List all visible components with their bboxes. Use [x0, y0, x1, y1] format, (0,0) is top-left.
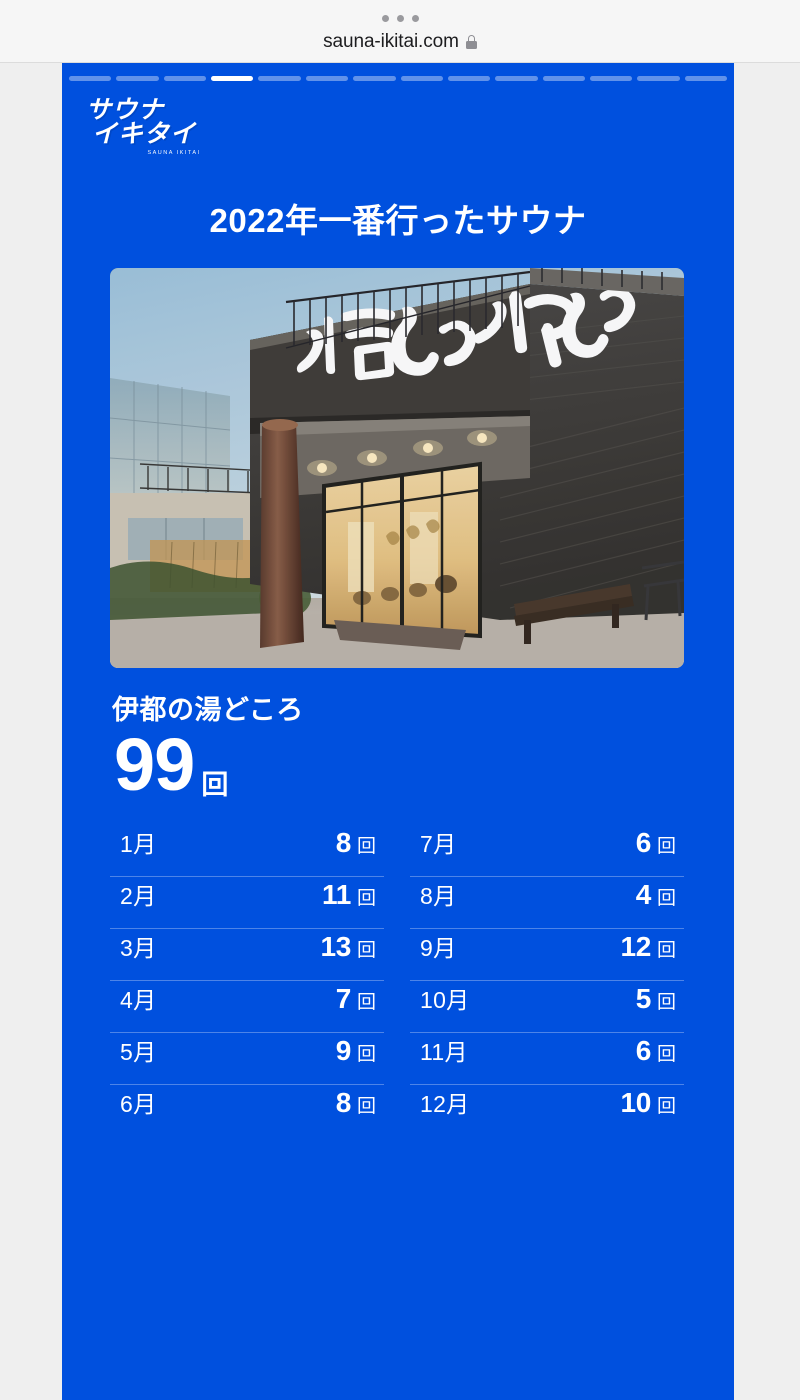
- month-label: 9月: [420, 935, 457, 961]
- month-count-unit: 回: [656, 1044, 676, 1065]
- story-progress-segment[interactable]: [637, 76, 680, 81]
- story-progress-bar[interactable]: [69, 76, 728, 81]
- month-count: 13: [320, 931, 351, 962]
- month-count: 10: [620, 1087, 651, 1118]
- month-row: 8月 4 回: [410, 877, 684, 929]
- dot: [411, 15, 419, 22]
- month-count: 4: [635, 879, 652, 910]
- logo-subtitle: SAUNA IKITAI: [147, 149, 201, 156]
- page-body: サウナ イキタイ SAUNA IKITAI 2022年一番行ったサウナ 伊都の湯…: [0, 63, 800, 1400]
- month-count-unit: 回: [656, 940, 676, 961]
- story-progress-segment[interactable]: [589, 76, 633, 81]
- total-visit-unit: 回: [201, 770, 229, 800]
- month-count-unit: 回: [656, 992, 676, 1013]
- month-count-unit: 回: [356, 836, 376, 857]
- month-count-unit: 回: [656, 888, 676, 909]
- browser-chrome: sauna-ikitai.com: [0, 0, 800, 63]
- month-count: 7: [335, 983, 352, 1014]
- month-row: 12月 10 回: [410, 1085, 684, 1137]
- story-progress-segment[interactable]: [495, 76, 538, 81]
- monthly-column-left: 1月 8 回 2月 11 回 3月 13 回 4月 7 回 5月 9 回 6月 8 回: [110, 825, 384, 1137]
- facility-photo: [110, 268, 684, 668]
- month-count: 9: [335, 1035, 352, 1066]
- month-label: 4月: [120, 987, 157, 1013]
- month-row: 1月 8 回: [110, 825, 384, 877]
- more-dots-icon[interactable]: [0, 15, 800, 22]
- month-count: 6: [635, 827, 652, 858]
- url-text: sauna-ikitai.com: [323, 31, 459, 52]
- monthly-column-right: 7月 6 回 8月 4 回 9月 12 回 10月 5 回 11月 6 回 12月 10 回: [410, 825, 684, 1137]
- month-row: 6月 8 回: [110, 1085, 384, 1137]
- story-progress-segment[interactable]: [163, 76, 207, 81]
- month-count-unit: 回: [356, 940, 376, 961]
- month-value: 6回: [636, 1035, 676, 1067]
- story-progress-segment[interactable]: [447, 76, 491, 81]
- story-progress-segment[interactable]: [305, 76, 349, 81]
- monthly-visits-table: 1月 8 回 2月 11 回 3月 13 回 4月 7 回 5月 9 回 6月 8 回 7月 6 回 8月 4 回 9月 12 回…: [110, 825, 684, 1137]
- story-card: サウナ イキタイ SAUNA IKITAI 2022年一番行ったサウナ 伊都の湯…: [62, 63, 734, 1400]
- month-value: 12 回: [620, 931, 676, 963]
- month-label: 3月: [120, 935, 157, 961]
- month-value: 10 回: [620, 1087, 676, 1119]
- month-label: 1月: [120, 831, 157, 857]
- month-row: 2月 11 回: [110, 877, 384, 929]
- month-count: 11: [321, 879, 351, 910]
- month-value: 6回: [636, 827, 676, 859]
- month-count-unit: 回: [656, 1096, 676, 1117]
- month-row: 9月 12 回: [410, 929, 684, 981]
- month-row: 10月 5 回: [410, 981, 684, 1033]
- month-count-unit: 回: [356, 1096, 376, 1117]
- month-label: 7月: [420, 831, 457, 857]
- month-value: 8回: [336, 827, 376, 859]
- story-progress-segment[interactable]: [400, 76, 443, 81]
- page-title: 2022年一番行ったサウナ: [209, 202, 587, 239]
- story-progress-segment[interactable]: [542, 76, 585, 81]
- month-label: 10月: [420, 987, 470, 1013]
- dot: [381, 15, 389, 22]
- month-row: 3月 13 回: [110, 929, 384, 981]
- month-count: 12: [620, 931, 651, 962]
- total-visit-number: 99: [114, 723, 195, 806]
- story-progress-segment[interactable]: [69, 76, 112, 81]
- month-row: 5月 9 回: [110, 1033, 384, 1085]
- month-row: 7月 6 回: [410, 825, 684, 877]
- month-label: 11月: [420, 1039, 468, 1065]
- month-value: 8回: [336, 1087, 376, 1119]
- month-value: 9回: [336, 1035, 376, 1067]
- total-visit-count: 99 回: [114, 728, 228, 802]
- month-count: 5: [635, 983, 652, 1014]
- story-progress-segment[interactable]: [258, 76, 301, 81]
- story-progress-segment[interactable]: [684, 76, 728, 81]
- story-progress-segment[interactable]: [211, 76, 254, 81]
- dot: [396, 15, 404, 22]
- month-count: 6: [635, 1035, 652, 1066]
- address-bar[interactable]: sauna-ikitai.com: [0, 31, 800, 53]
- story-progress-segment[interactable]: [116, 76, 159, 81]
- month-count-unit: 回: [656, 836, 676, 857]
- month-count: 8: [335, 827, 352, 858]
- logo-line-2: イキタイ: [92, 119, 197, 148]
- month-value: 11 回: [322, 879, 376, 911]
- month-row: 4月 7 回: [110, 981, 384, 1033]
- month-count-unit: 回: [356, 1044, 376, 1065]
- month-count-unit: 回: [356, 992, 376, 1013]
- month-row: 11月 6 回: [410, 1033, 684, 1085]
- month-label: 12月: [420, 1091, 470, 1117]
- month-value: 7回: [336, 983, 376, 1015]
- sauna-ikitai-logo[interactable]: サウナ イキタイ SAUNA IKITAI: [86, 98, 236, 156]
- month-label: 8月: [420, 883, 457, 909]
- month-label: 2月: [120, 883, 157, 909]
- facility-name: 伊都の湯どころ: [112, 695, 304, 725]
- month-value: 5回: [636, 983, 676, 1015]
- month-count: 8: [335, 1087, 352, 1118]
- month-value: 13 回: [320, 931, 376, 963]
- month-label: 5月: [120, 1039, 157, 1065]
- month-value: 4回: [636, 879, 676, 911]
- month-count-unit: 回: [356, 888, 376, 909]
- lock-icon: [465, 35, 477, 49]
- month-label: 6月: [120, 1091, 157, 1117]
- story-progress-segment[interactable]: [353, 76, 396, 81]
